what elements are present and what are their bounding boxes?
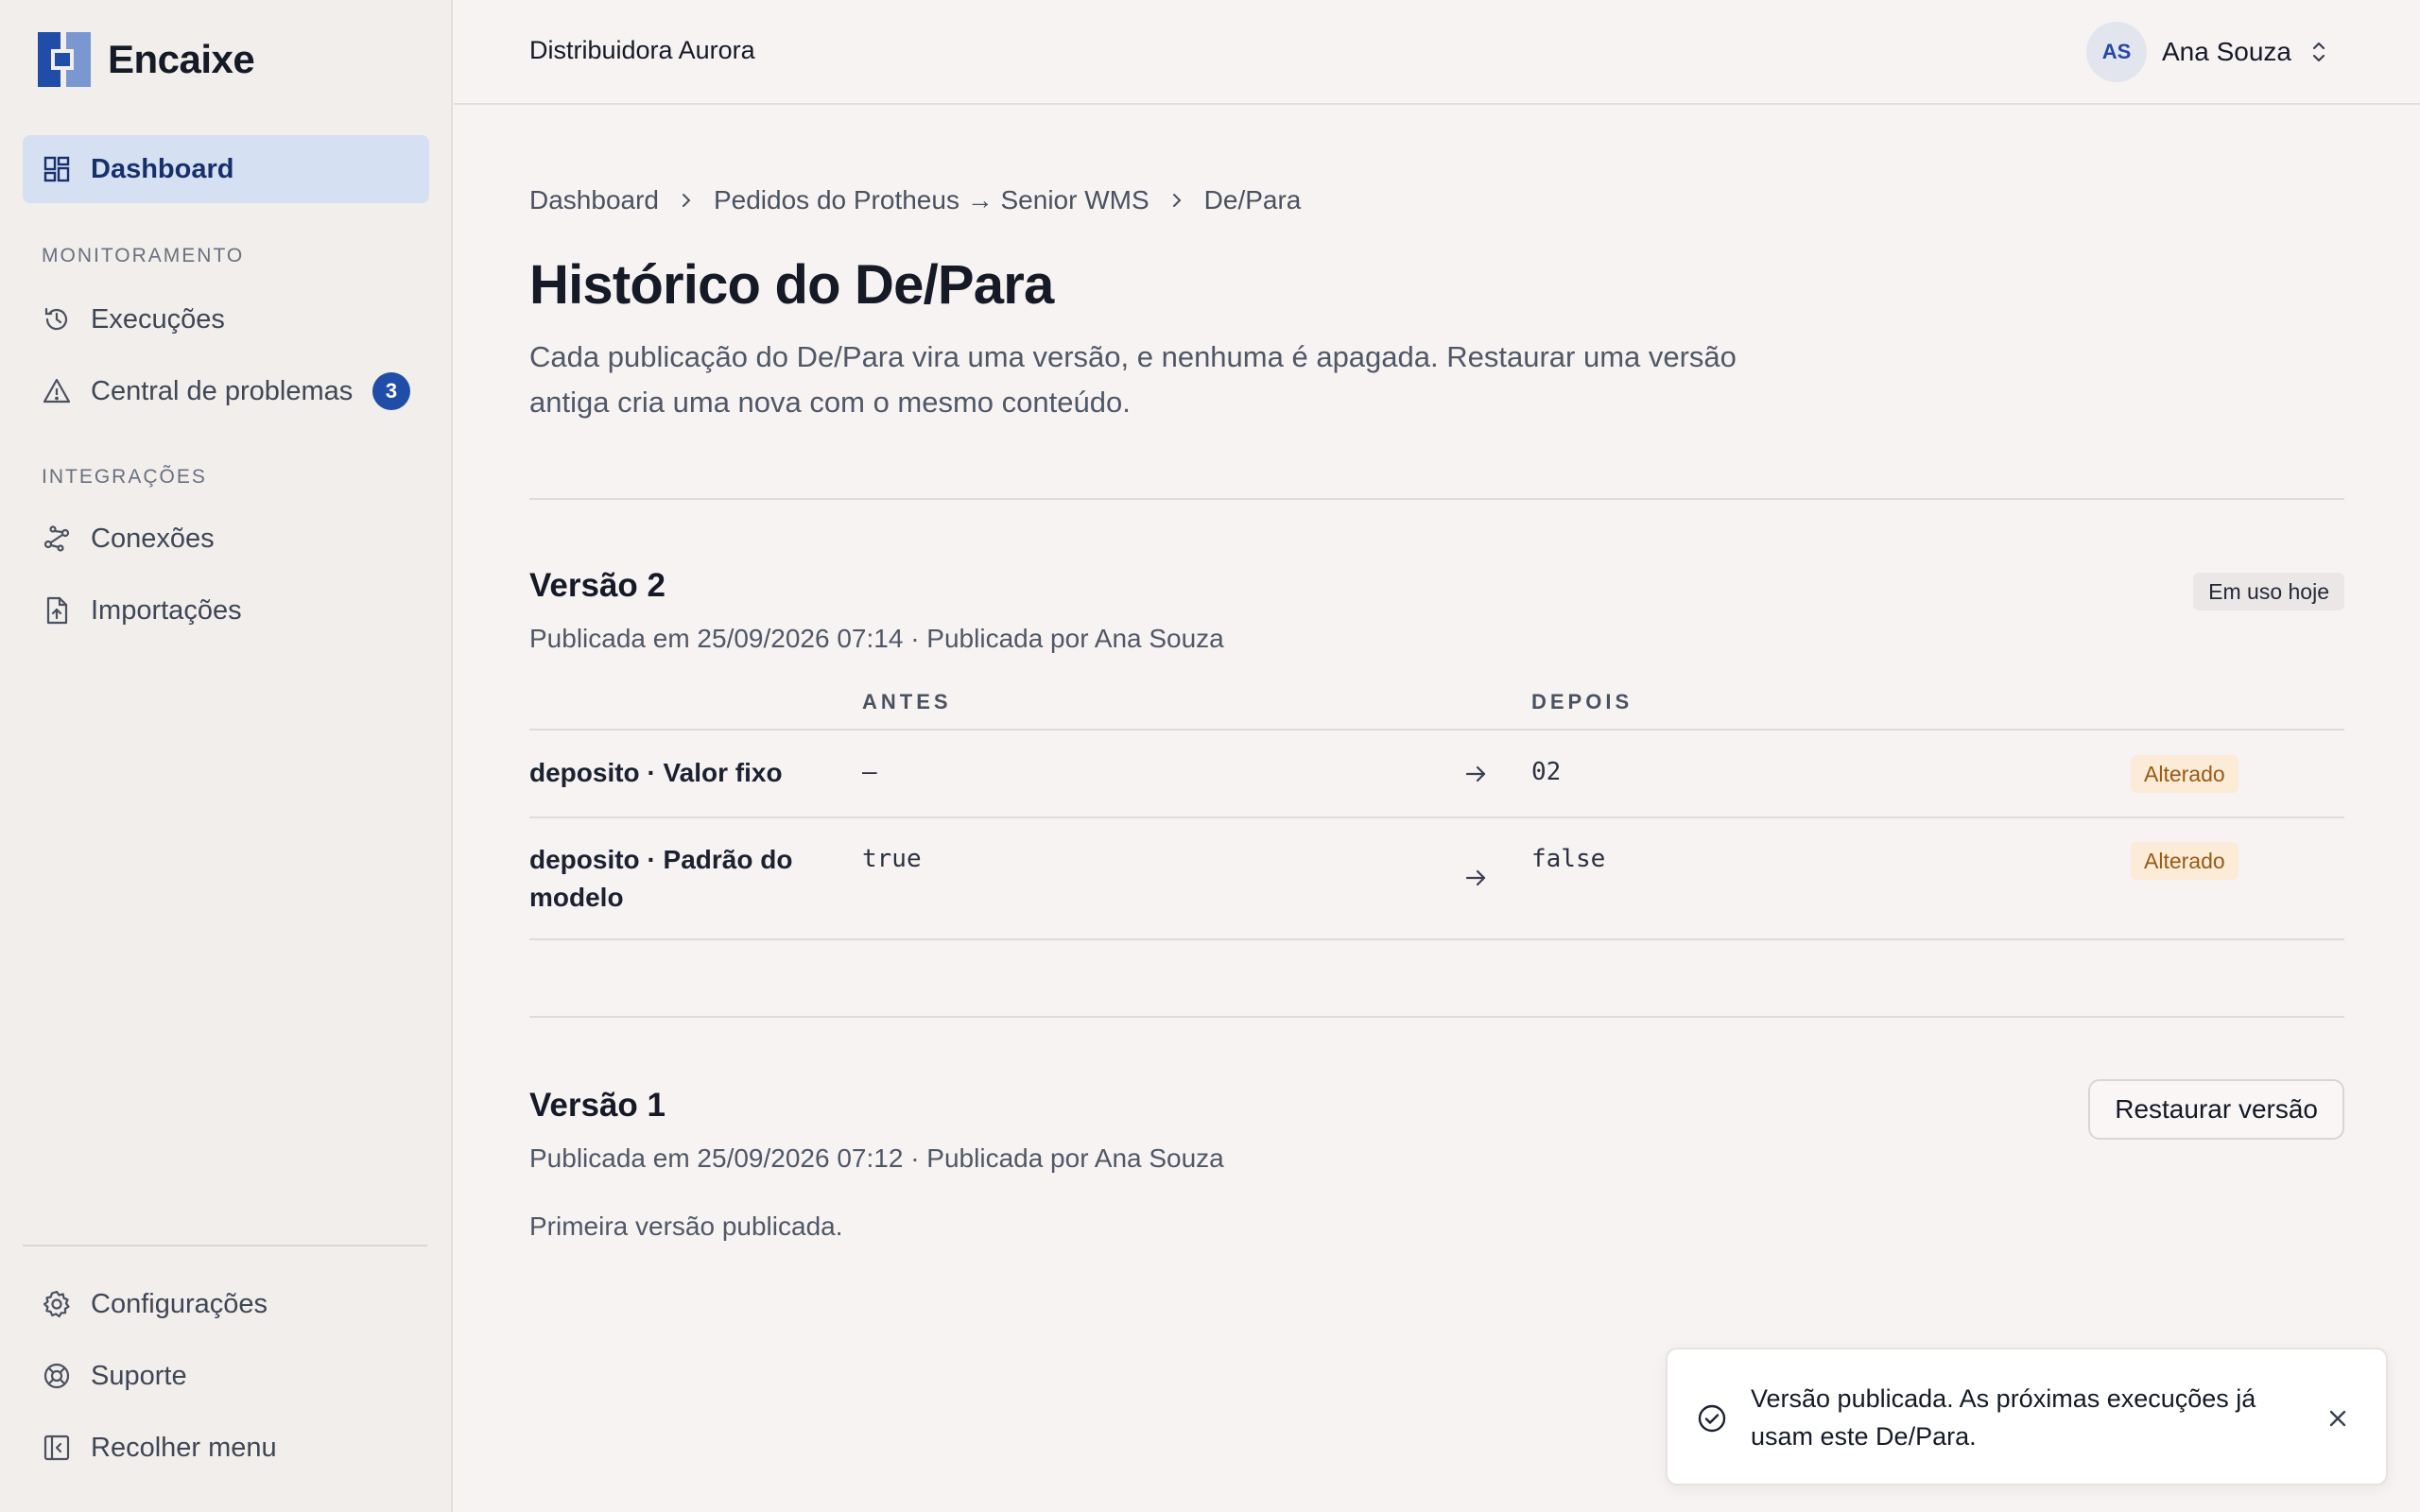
grid-icon — [42, 154, 72, 184]
divider — [529, 1016, 2344, 1018]
lifebuoy-icon — [42, 1361, 72, 1391]
chevron-updown-icon — [2312, 42, 2325, 62]
topbar: Distribuidora Aurora AS Ana Souza — [454, 0, 2420, 105]
sidebar-item-settings[interactable]: Configurações — [23, 1270, 429, 1338]
divider — [529, 498, 2344, 500]
change-field: deposito · Padrão do modelo — [529, 845, 793, 912]
page-title: Histórico do De/Para — [529, 254, 1054, 316]
avatar: AS — [2086, 22, 2147, 82]
sidebar-item-label: Recolher menu — [91, 1432, 277, 1463]
user-name: Ana Souza — [2162, 37, 2291, 66]
status-badge: Alterado — [2131, 842, 2238, 880]
change-after-value: false — [1531, 845, 1606, 873]
sidebar-item-connections[interactable]: Conexões — [23, 505, 429, 573]
table-row-divider — [529, 938, 2344, 940]
current-version-tag: Em uso hoje — [2193, 573, 2344, 610]
sidebar-item-label: Dashboard — [91, 153, 234, 184]
change-field: deposito · Valor fixo — [529, 758, 783, 787]
sidebar-item-collapse[interactable]: Recolher menu — [23, 1414, 429, 1482]
sidebar-item-imports[interactable]: Importações — [23, 576, 429, 644]
history-icon — [42, 304, 72, 335]
check-circle-icon — [1698, 1404, 1726, 1433]
version-title: Versão 2 — [529, 567, 666, 604]
gear-icon — [42, 1289, 72, 1319]
restore-version-button[interactable]: Restaurar versão — [2088, 1079, 2344, 1140]
section-label-monitoring: MONITORAMENTO — [42, 245, 245, 266]
section-label-integrations: INTEGRAÇÕES — [42, 466, 207, 488]
brand[interactable]: Encaixe — [38, 32, 255, 87]
page-description: Cada publicação do De/Para vira uma vers… — [529, 340, 1737, 419]
sidebar-item-problems[interactable]: Central de problemas 3 — [23, 357, 429, 425]
column-header-after: DEPOIS — [1531, 690, 1634, 713]
sidebar-item-label: Execuções — [91, 303, 225, 335]
breadcrumb: Dashboard Pedidos do Protheus → Senior W… — [529, 185, 1301, 215]
chevron-right-icon — [1172, 194, 1182, 207]
version-meta: Publicada em 25/09/2026 07:12 · Publicad… — [529, 1143, 1224, 1173]
version-meta: Publicada em 25/09/2026 07:14 · Publicad… — [529, 624, 1224, 653]
breadcrumb-item-pipeline[interactable]: Pedidos do Protheus → Senior WMS — [714, 185, 1150, 215]
sidebar: Encaixe Dashboard MONITORAMENTO Execuçõe… — [0, 0, 453, 1512]
sidebar-item-executions[interactable]: Execuções — [23, 285, 429, 353]
change-after-value: 02 — [1531, 758, 1562, 786]
connections-icon — [42, 524, 72, 554]
change-before-value: true — [862, 845, 922, 873]
brand-logo — [38, 32, 91, 87]
status-badge: Alterado — [2131, 755, 2238, 793]
sidebar-item-dashboard[interactable]: Dashboard — [23, 135, 429, 203]
warning-icon — [42, 376, 72, 406]
toast-message: Versão publicada. As próximas execuções … — [1751, 1384, 2256, 1451]
org-name[interactable]: Distribuidora Aurora — [529, 36, 755, 65]
column-header-before: ANTES — [862, 690, 952, 713]
sidebar-item-label: Conexões — [91, 523, 215, 554]
collapse-sidebar-icon — [42, 1433, 72, 1463]
arrow-right-icon — [1465, 765, 1486, 782]
user-menu[interactable]: AS Ana Souza — [2086, 22, 2329, 82]
sidebar-item-support[interactable]: Suporte — [23, 1342, 429, 1410]
brand-name: Encaixe — [108, 37, 255, 81]
change-before-value: — — [862, 758, 877, 786]
sidebar-item-label: Configurações — [91, 1288, 268, 1319]
version-title: Versão 1 — [529, 1087, 666, 1124]
sidebar-item-label: Central de problemas — [91, 375, 354, 406]
table-divider — [529, 729, 2344, 730]
breadcrumb-item-dashboard[interactable]: Dashboard — [529, 185, 659, 215]
sidebar-item-label: Importações — [91, 594, 242, 626]
close-icon[interactable] — [2324, 1404, 2352, 1433]
arrow-right-icon — [1465, 869, 1486, 886]
sidebar-item-label: Suporte — [91, 1360, 187, 1391]
problems-count-badge: 3 — [372, 372, 410, 410]
breadcrumb-item-current: De/Para — [1203, 185, 1302, 215]
file-upload-icon — [42, 595, 72, 626]
sidebar-divider — [23, 1245, 427, 1246]
toast-notification: Versão publicada. As próximas execuções … — [1666, 1348, 2388, 1486]
table-row-divider — [529, 816, 2344, 818]
chevron-right-icon — [682, 194, 691, 207]
version-note: Primeira versão publicada. — [529, 1211, 843, 1241]
